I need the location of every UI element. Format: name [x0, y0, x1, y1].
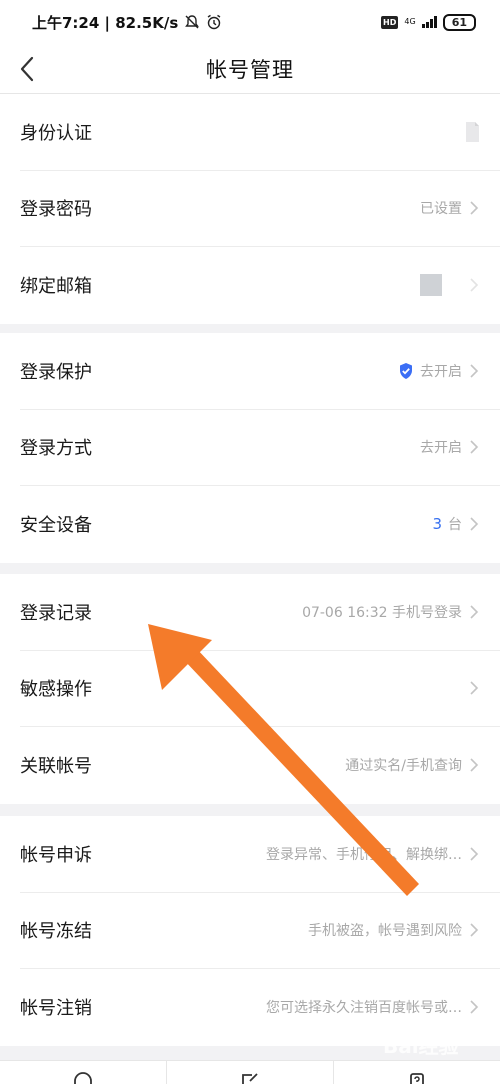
row-right: 已设置 — [420, 198, 480, 218]
chevron-right-icon — [470, 364, 479, 378]
row-label: 帐号冻结 — [20, 921, 92, 943]
row-right: 手机被盗，帐号遇到风险 — [308, 920, 480, 940]
row-right: 去开启 — [398, 361, 480, 381]
status-bar: 上午7:24 | 82.5K/s HD 4G 61 — [0, 0, 500, 44]
status-left: 上午7:24 | 82.5K/s — [32, 12, 222, 33]
row-right — [420, 274, 480, 297]
row-login-method[interactable]: 登录方式 去开启 — [20, 410, 500, 486]
row-label: 帐号申诉 — [20, 844, 92, 866]
help-icon — [410, 1073, 424, 1084]
row-label: 登录保护 — [20, 361, 92, 383]
row-label: 登录记录 — [20, 602, 92, 624]
row-value: 去开启 — [420, 440, 462, 457]
row-bind-email[interactable]: 绑定邮箱 — [20, 247, 500, 324]
tab-service[interactable] — [0, 1061, 167, 1084]
shield-check-icon — [400, 362, 412, 379]
chevron-right-icon — [470, 923, 479, 937]
row-label: 安全设备 — [20, 515, 92, 537]
edit-icon — [242, 1073, 258, 1084]
chevron-right-icon — [470, 517, 479, 531]
chevron-right-icon — [470, 440, 479, 454]
row-label: 身份认证 — [20, 122, 92, 144]
row-account-freeze[interactable]: 帐号冻结 手机被盗，帐号遇到风险 — [20, 893, 500, 969]
row-value: 07-06 16:32 手机号登录 — [302, 604, 462, 621]
bottom-tab-bar — [0, 1060, 500, 1084]
battery-indicator: 61 — [442, 13, 476, 31]
nav-bar: 帐号管理 — [0, 44, 500, 94]
row-value: 通过实名/手机查询 — [345, 758, 462, 775]
row-label: 关联帐号 — [20, 756, 92, 778]
chevron-right-icon — [470, 278, 479, 292]
chevron-right-icon — [470, 681, 479, 695]
row-linked-accounts[interactable]: 关联帐号 通过实名/手机查询 — [20, 727, 500, 804]
chevron-right-icon — [470, 847, 479, 861]
row-sensitive-operations[interactable]: 敏感操作 — [20, 651, 500, 727]
mute-icon — [184, 14, 200, 30]
chevron-right-icon — [470, 758, 479, 772]
row-account-appeal[interactable]: 帐号申诉 登录异常、手机停用、解换绑… — [20, 816, 500, 893]
row-label: 帐号注销 — [20, 998, 92, 1020]
row-label: 登录密码 — [20, 199, 92, 221]
chevron-right-icon — [470, 605, 479, 619]
row-value: 已设置 — [420, 201, 462, 218]
row-value: 去开启 — [420, 363, 462, 380]
row-security-devices[interactable]: 安全设备 3 台 — [20, 486, 500, 563]
row-value: 您可选择永久注销百度帐号或… — [266, 1000, 462, 1017]
chevron-left-icon — [20, 56, 34, 82]
account-group: 帐号申诉 登录异常、手机停用、解换绑… 帐号冻结 手机被盗，帐号遇到风险 帐号注… — [0, 816, 500, 1046]
row-right: 您可选择永久注销百度帐号或… — [266, 997, 480, 1017]
records-group: 登录记录 07-06 16:32 手机号登录 敏感操作 关联帐号 通过实名/手机… — [0, 574, 500, 804]
signal-icon — [421, 16, 437, 28]
email-placeholder-icon — [420, 274, 442, 297]
row-right: 登录异常、手机停用、解换绑… — [266, 844, 480, 864]
row-login-protection[interactable]: 登录保护 去开启 — [20, 333, 500, 410]
page-title: 帐号管理 — [206, 57, 294, 82]
tab-help[interactable] — [334, 1061, 500, 1084]
row-label: 登录方式 — [20, 438, 92, 460]
chevron-right-icon — [470, 1000, 479, 1014]
chevron-right-icon — [470, 201, 479, 215]
back-button[interactable] — [10, 52, 44, 86]
login-group: 登录保护 去开启 登录方式 去开启 安全设备 3 台 — [0, 333, 500, 563]
row-value: 登录异常、手机停用、解换绑… — [266, 846, 462, 863]
status-time: 上午7:24 | 82.5K/s — [32, 13, 179, 32]
identity-group: 身份认证 登录密码 已设置 绑定邮箱 — [0, 94, 500, 324]
row-right — [468, 680, 480, 696]
watermark: Bai经验 — [383, 1034, 459, 1058]
row-right — [464, 121, 480, 143]
row-right: 去开启 — [420, 437, 480, 457]
row-login-password[interactable]: 登录密码 已设置 — [20, 171, 500, 247]
row-label: 绑定邮箱 — [20, 276, 92, 298]
row-value: 台 — [448, 517, 462, 534]
network-type: 4G — [404, 18, 415, 26]
row-value: 手机被盗，帐号遇到风险 — [308, 923, 462, 940]
row-right: 通过实名/手机查询 — [345, 755, 480, 775]
alarm-icon — [206, 14, 222, 30]
tab-feedback[interactable] — [167, 1061, 334, 1084]
row-right: 3 台 — [432, 514, 480, 534]
headset-icon — [74, 1072, 92, 1084]
status-right: HD 4G 61 — [381, 13, 476, 31]
row-label: 敏感操作 — [20, 679, 92, 701]
hd-badge: HD — [381, 15, 399, 29]
document-icon — [466, 121, 479, 142]
network-label: 4G — [404, 17, 416, 26]
device-count: 3 — [432, 515, 442, 534]
row-login-records[interactable]: 登录记录 07-06 16:32 手机号登录 — [20, 574, 500, 651]
row-right: 07-06 16:32 手机号登录 — [302, 602, 480, 622]
row-identity-verification[interactable]: 身份认证 — [20, 94, 500, 171]
